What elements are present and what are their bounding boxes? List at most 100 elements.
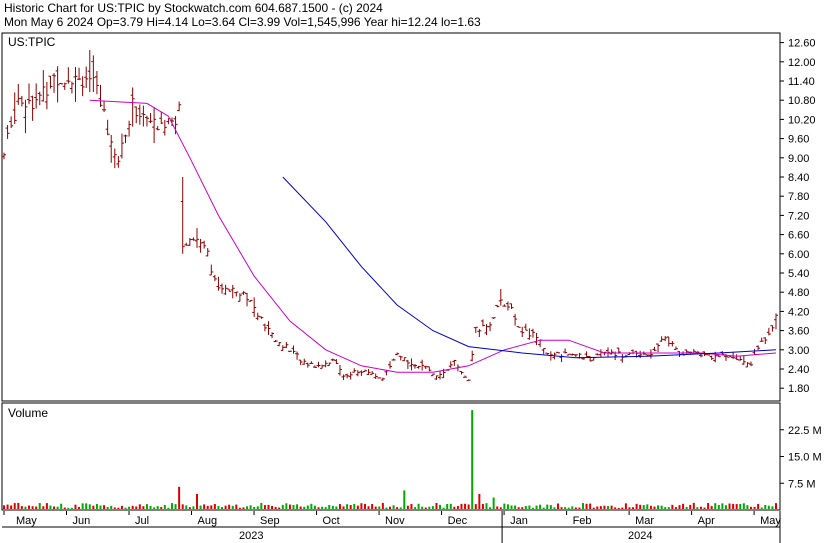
price-frame (1, 32, 781, 402)
ohlc-bar (541, 348, 546, 355)
ohlc-bar (187, 237, 192, 246)
price-panel: US:TPIC 12.60 12.00 11.40 10.80 10.20 9.60 9.00… (1, 32, 816, 402)
ohlc-bar (677, 350, 682, 357)
ohlc-bar (752, 348, 757, 355)
price-tick-label: 3.60 (788, 326, 809, 338)
ohlc-bar (77, 67, 82, 81)
ohlc-bar (673, 346, 678, 350)
ohlc-bar (709, 355, 714, 361)
ohlc-bar (80, 76, 85, 97)
ohlc-bar (5, 125, 10, 139)
ohlc-bar (448, 361, 453, 368)
ohlc-bar (66, 67, 71, 84)
price-tick-label: 6.00 (788, 249, 809, 261)
price-tick-label: 3.00 (788, 345, 809, 357)
year-label: 2024 (628, 530, 652, 542)
ohlc-bar (94, 70, 99, 95)
month-label: Aug (198, 515, 218, 527)
ohlc-bar (291, 345, 296, 354)
ohlc-bar (59, 82, 64, 85)
month-label: Nov (385, 515, 405, 527)
price-tick-label: 10.80 (788, 95, 816, 107)
ohlc-bar (262, 323, 267, 332)
month-label: Jan (510, 515, 528, 527)
ohlc-bar (337, 364, 342, 376)
ohlc-bar (209, 264, 214, 276)
ohlc-bar (509, 303, 514, 309)
ohlc-bar (248, 299, 253, 302)
price-tick-label: 7.20 (788, 210, 809, 222)
ohlc-bar (34, 83, 39, 109)
ohlc-bar (659, 336, 664, 342)
month-label: Jun (73, 515, 91, 527)
ohlc-bar (631, 349, 636, 355)
ohlc-bar (505, 301, 510, 311)
ohlc-bar (491, 317, 496, 320)
ohlc-bar (295, 351, 300, 360)
price-tick-label: 4.80 (788, 287, 809, 299)
ohlc-bar (37, 91, 42, 106)
ohlc-bar (123, 134, 128, 144)
month-label: Dec (448, 515, 468, 527)
ohlc-bar (398, 355, 403, 361)
ohlc-bar (666, 336, 671, 347)
ohlc-bar (91, 55, 96, 92)
ohlc-bar (362, 369, 367, 373)
historic-chart: Historic Chart for US:TPIC by Stockwatch… (1, 1, 822, 543)
ohlc-bar (2, 152, 6, 160)
ohlc-bar (405, 359, 410, 369)
ohlc-bar (498, 289, 503, 306)
ohlc-bar (734, 354, 739, 361)
ohlc-bar (559, 354, 564, 363)
ohlc-bar (184, 242, 189, 246)
ohlc-bar (427, 366, 432, 372)
ohlc-bar (134, 106, 139, 124)
ohlc-bar (573, 354, 578, 358)
ohlc-bar (473, 326, 478, 333)
ohlc-bar (348, 371, 353, 380)
ohlc-bar (370, 371, 375, 375)
ohlc-bar (298, 359, 303, 365)
price-tick-label: 5.40 (788, 268, 809, 280)
symbol-label: US:TPIC (8, 35, 56, 49)
ohlc-bar (112, 148, 117, 169)
ohlc-bar (227, 288, 232, 292)
ohlc-bar (48, 75, 53, 89)
ohlc-bar (241, 291, 246, 295)
x-axis: May Jun Jul Aug Sep Oct Nov Dec Jan Feb Mar Apr May 2… (2, 511, 781, 543)
ohlc-bar (230, 284, 235, 299)
ohlc-bar (738, 355, 743, 361)
price-tick-label: 4.20 (788, 306, 809, 318)
ohlc-bar (212, 274, 217, 282)
month-label: Oct (323, 515, 340, 527)
ohlc-bar (459, 371, 464, 375)
price-tick-label: 9.60 (788, 134, 809, 146)
ohlc-bar (648, 349, 653, 359)
ohlc-bar (180, 177, 185, 254)
ohlc-bar (69, 81, 74, 94)
ohlc-bar (584, 351, 589, 357)
ohlc-bar (173, 116, 178, 135)
ohlc-bar (570, 353, 575, 356)
ohlc-bar (355, 370, 360, 377)
ohlc-bar (620, 354, 625, 363)
ohlc-bar (255, 312, 260, 321)
ohlc-bar (266, 321, 271, 335)
ohlc-bar (555, 351, 560, 354)
ohlc-bar (420, 359, 425, 371)
ohlc-bar (270, 332, 275, 339)
volume-tick-label: 22.5 M (788, 425, 822, 437)
month-label: Jul (135, 515, 149, 527)
ohlc-bar (237, 293, 242, 302)
ohlc-bar (741, 355, 746, 365)
ohlc-bar (127, 120, 132, 137)
ohlc-bar (727, 356, 732, 358)
ohlc-bar (216, 276, 221, 291)
ohlc-bar (766, 327, 771, 336)
ohlc-bar (198, 238, 203, 253)
ohlc-bar (144, 115, 149, 127)
ohlc-bar (87, 50, 92, 93)
ohlc-bar (745, 362, 750, 368)
ohlc-bar (323, 360, 328, 368)
ohlc-bar (502, 304, 507, 307)
